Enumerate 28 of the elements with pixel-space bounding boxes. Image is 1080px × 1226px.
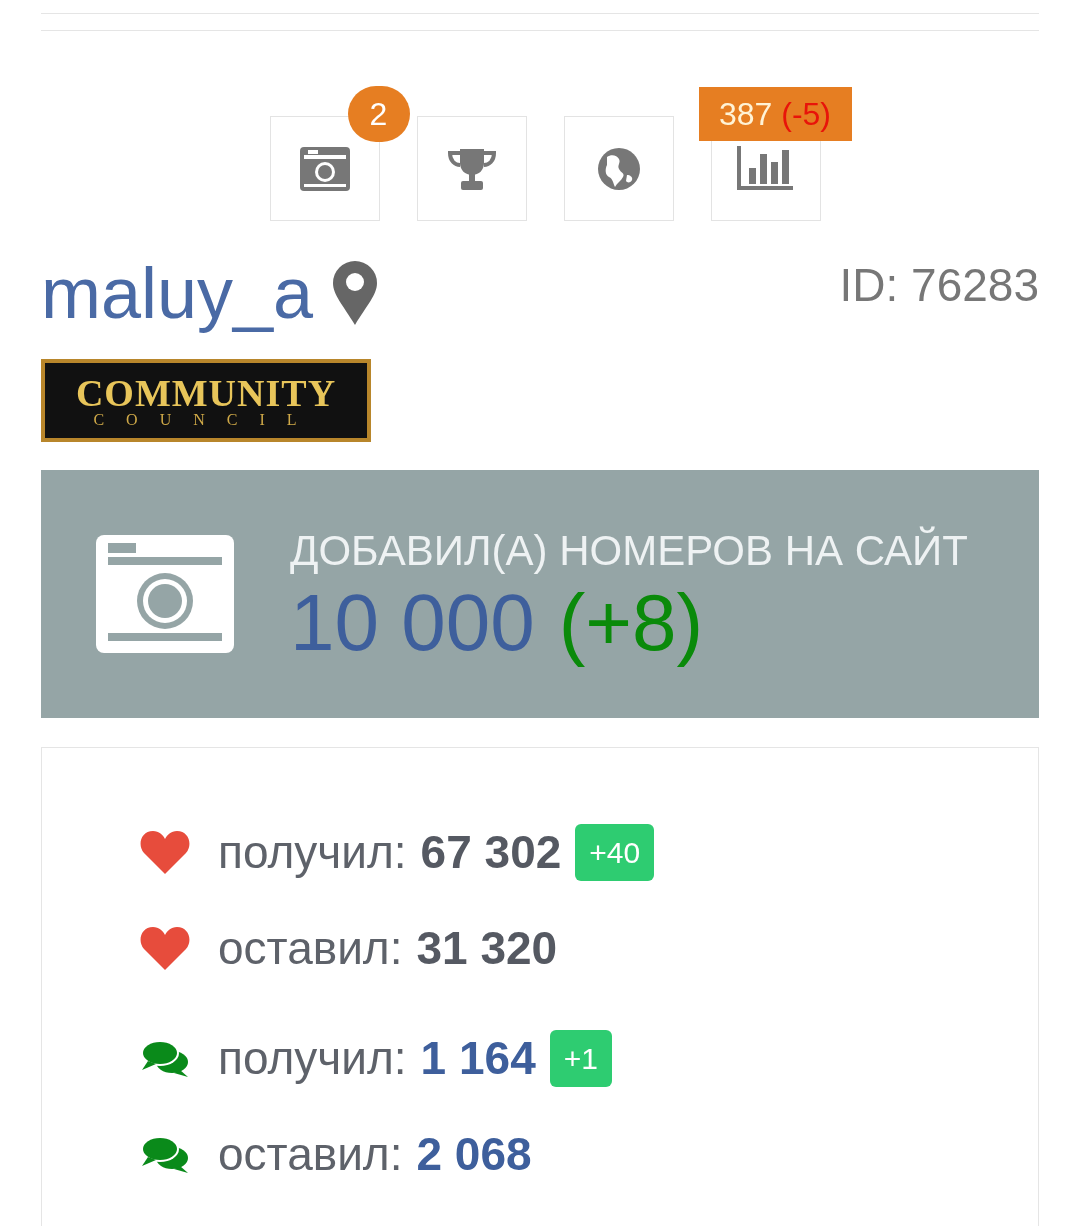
heart-icon (140, 926, 190, 970)
trophy-icon (446, 146, 497, 191)
globe-icon (596, 146, 641, 191)
delta-badge: +1 (549, 1029, 612, 1087)
tab-tile[interactable] (416, 116, 527, 221)
tab-tile[interactable] (710, 141, 821, 221)
count-badge: 387 (-5) (698, 87, 852, 141)
stat-value: 31 320 (416, 920, 558, 976)
delta-badge: +40 (575, 823, 655, 881)
stat-value: 1 164 (420, 1030, 536, 1086)
tab-tile[interactable] (563, 116, 674, 221)
stat-label: оставил: (218, 920, 403, 976)
count-badge: 2 (347, 86, 410, 142)
bar-chart-icon (736, 146, 795, 190)
stat-label: оставил: (218, 1126, 403, 1182)
stat-value: 2 068 (416, 1126, 532, 1182)
stat-value: 67 302 (420, 824, 562, 880)
heart-icon (140, 830, 190, 874)
location-pin-icon (333, 261, 378, 325)
banner-title: ДОБАВИЛ(А) НОМЕРОВ НА САЙТ (290, 525, 968, 576)
user-id: ID: 76283 (839, 258, 1039, 313)
badge-subtitle: COUNCIL (93, 411, 319, 428)
banner-count: 10 000 (290, 583, 535, 664)
stat-label: получил: (218, 1030, 407, 1086)
stat-label: получил: (218, 824, 407, 880)
camera-icon (96, 535, 234, 653)
badge-title: COMMUNITY (75, 373, 337, 412)
camera-icon (299, 146, 350, 191)
